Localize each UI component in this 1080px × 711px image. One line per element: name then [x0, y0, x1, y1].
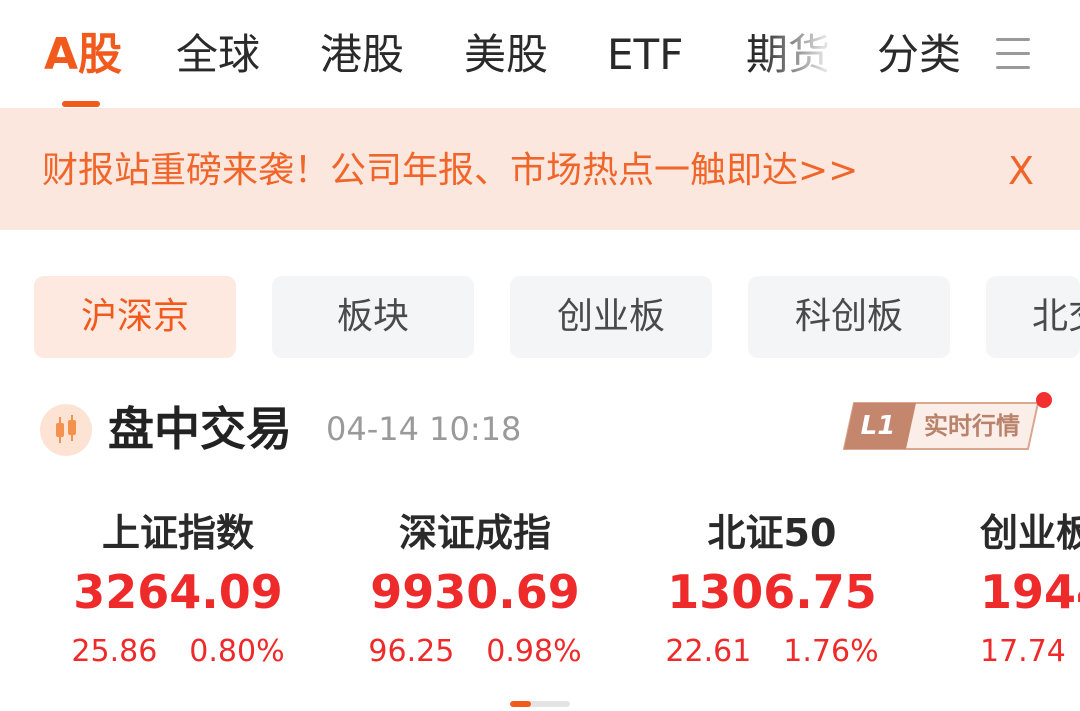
tab-global[interactable]: 全球: [176, 28, 260, 82]
tab-scroll-fade: [760, 20, 850, 90]
index-change: 96.25 0.98%: [327, 630, 623, 674]
top-tab-bar: A股 全球 港股 美股 ETF 期货 分类: [0, 0, 1080, 108]
index-change: 22.61 1.76%: [624, 630, 920, 674]
segment-shanghai-shenzhen-beijing[interactable]: 沪深京: [34, 276, 236, 358]
index-change-points: 25.86: [71, 634, 158, 669]
hamburger-menu-icon[interactable]: [994, 34, 1034, 74]
index-card-bse-50[interactable]: 北证50 1306.75 22.61 1.76%: [624, 500, 920, 680]
segment-sectors[interactable]: 板块: [272, 276, 474, 358]
index-change: 17.74: [980, 630, 1066, 674]
section-title: 盘中交易: [108, 402, 292, 456]
index-change-percent: 0.80%: [189, 634, 285, 669]
banner-close-button[interactable]: X: [1008, 146, 1034, 196]
index-name: 上证指数: [101, 511, 254, 555]
l1-badge-label: L1: [860, 411, 896, 441]
tab-a-shares[interactable]: A股: [44, 28, 122, 82]
notification-dot: [1036, 392, 1052, 408]
segment-chinext[interactable]: 创业板: [510, 276, 712, 358]
index-change-percent: 0.98%: [486, 634, 582, 669]
index-change: 25.86 0.80%: [30, 630, 326, 674]
index-change-points: 96.25: [368, 634, 455, 669]
realtime-quote-label: 实时行情: [924, 412, 1020, 440]
active-tab-indicator: [62, 101, 100, 107]
index-name: 北证50: [707, 511, 837, 555]
tab-us-stocks[interactable]: 美股: [464, 28, 548, 82]
segment-star-market[interactable]: 科创板: [748, 276, 950, 358]
section-timestamp: 04-14 10:18: [326, 410, 522, 448]
index-change-points: 22.61: [665, 634, 752, 669]
card-pager: [510, 701, 570, 707]
promo-banner-link[interactable]: 财报站重磅来袭！公司年报、市场热点一触即达>>: [42, 146, 858, 196]
index-card-szse-component[interactable]: 深证成指 9930.69 96.25 0.98%: [327, 500, 623, 680]
index-change-percent: 1.76%: [783, 634, 879, 669]
candlestick-icon: [40, 404, 92, 456]
realtime-quote-badge[interactable]: L1 实时行情: [842, 402, 1040, 454]
index-name: 深证成指: [398, 511, 551, 555]
tab-categories[interactable]: 分类: [877, 28, 961, 82]
index-value: 3264.09: [73, 565, 283, 619]
index-value: 1306.75: [667, 565, 877, 619]
tab-hk-stocks[interactable]: 港股: [320, 28, 404, 82]
index-value: 1944: [980, 565, 1080, 619]
index-change-points: 17.74: [980, 634, 1066, 669]
index-value: 9930.69: [370, 565, 580, 619]
promo-banner: 财报站重磅来袭！公司年报、市场热点一触即达>> X: [0, 108, 1080, 230]
index-card-chinext[interactable]: 创业板 1944 17.74: [980, 500, 1080, 680]
index-name: 创业板: [980, 511, 1080, 555]
card-pager-active: [510, 701, 531, 707]
segment-beijing-exchange[interactable]: 北交: [986, 276, 1080, 358]
index-card-sse-composite[interactable]: 上证指数 3264.09 25.86 0.80%: [30, 500, 326, 680]
tab-etf[interactable]: ETF: [607, 28, 683, 82]
